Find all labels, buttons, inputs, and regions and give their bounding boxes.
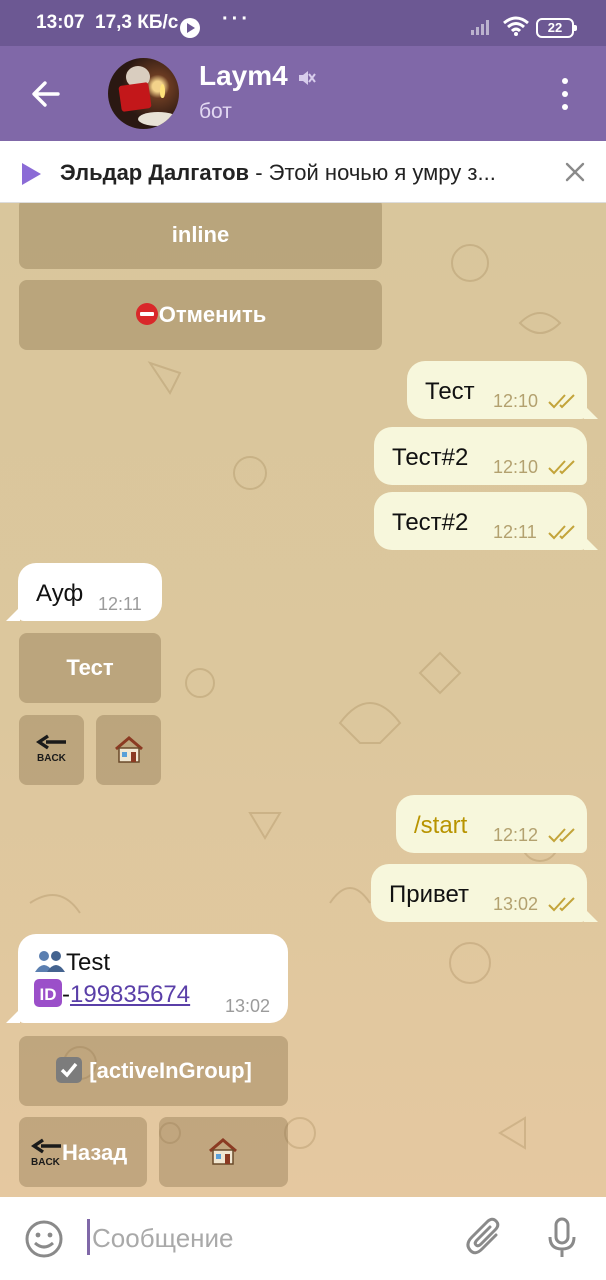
outgoing-message[interactable]: Привет 13:02 (371, 864, 587, 922)
checkbox-icon (56, 1056, 83, 1083)
cancel-button-label: Отменить (158, 302, 267, 327)
bubble-tail (584, 536, 598, 550)
back-button[interactable]: BACK (19, 715, 84, 785)
back-button-label: Назад (62, 1140, 128, 1165)
double-check-icon (548, 897, 575, 912)
home-button[interactable] (96, 715, 161, 785)
message-time: 12:10 (493, 391, 539, 411)
pinned-track: Этой ночью я умру з... (268, 160, 496, 185)
message-time: 12:11 (493, 522, 537, 542)
back-icon-text: BACK (31, 1157, 60, 1168)
wifi-icon (503, 16, 529, 36)
message-time: 13:02 (493, 894, 539, 914)
test-button[interactable]: Тест (19, 633, 161, 703)
incoming-message[interactable]: Ауф 12:11 (18, 563, 162, 621)
message-list[interactable]: inline Отменить Тест 12:10 Тест#2 12:10 … (0, 203, 606, 1197)
status-bar: 13:07 17,3 КБ/с ··· 22 (0, 0, 606, 46)
message-time: 12:10 (493, 457, 539, 477)
message-text: Test (66, 949, 111, 976)
battery-indicator: 22 (536, 18, 577, 38)
muted-speaker-icon (299, 71, 316, 85)
message-text: Тест#2 (392, 509, 469, 536)
attach-icon[interactable] (466, 1217, 504, 1257)
media-playing-icon (180, 18, 200, 38)
message-text: Тест (425, 378, 475, 405)
network-speed: 17,3 КБ/с (95, 12, 179, 33)
svg-text:ID: ID (40, 985, 57, 1004)
message-text: /start (414, 812, 468, 839)
double-check-icon (548, 828, 575, 843)
inline-button-label: inline (171, 222, 230, 247)
double-check-icon (548, 394, 575, 409)
id-icon: ID (34, 978, 62, 1007)
outgoing-message[interactable]: Тест#2 12:10 (374, 427, 587, 485)
pinned-text: Эльдар Далгатов - Этой ночью я умру з... (60, 160, 550, 186)
close-icon[interactable] (562, 159, 588, 185)
chat-subtitle: бот (199, 100, 232, 123)
id-prefix: - (62, 981, 70, 1008)
bubble-tail (584, 405, 598, 419)
status-time: 13:07 (36, 12, 85, 33)
outgoing-message[interactable]: Тест#2 12:11 (374, 492, 587, 550)
bubble-tail (6, 607, 20, 621)
more-notifications-icon: ··· (222, 8, 251, 30)
inline-button[interactable]: inline (19, 203, 382, 269)
emoji-icon[interactable] (24, 1219, 64, 1259)
outgoing-message[interactable]: /start 12:12 (396, 795, 587, 853)
microphone-icon[interactable] (546, 1217, 578, 1259)
more-options-icon[interactable] (552, 76, 578, 112)
outgoing-message[interactable]: Тест 12:10 (407, 361, 587, 419)
chat-title[interactable]: Laym4 (199, 60, 288, 92)
house-icon (115, 736, 143, 763)
house-icon (209, 1138, 237, 1165)
double-check-icon (548, 460, 575, 475)
back-icon-text: BACK (37, 753, 66, 764)
back-button-named[interactable]: BACK Назад (19, 1117, 147, 1187)
text-cursor (87, 1219, 90, 1255)
message-time: 13:02 (225, 996, 271, 1016)
pinned-separator: - (249, 160, 269, 185)
chat-header: Laym4 бот (0, 46, 606, 141)
message-text: Тест#2 (392, 444, 469, 471)
bubble-tail (6, 1009, 20, 1023)
message-text: Ауф (36, 580, 84, 607)
message-input[interactable]: Сообщение (92, 1223, 234, 1254)
message-line-1: Test (34, 949, 110, 977)
incoming-message[interactable]: Test ID -199835674 13:02 (18, 934, 288, 1023)
active-in-group-button[interactable]: [activeInGroup] (19, 1036, 288, 1106)
message-time: 12:12 (493, 825, 539, 845)
message-line-2: ID -199835674 (34, 978, 190, 1009)
pinned-audio-bar[interactable]: Эльдар Далгатов - Этой ночью я умру з... (0, 141, 606, 203)
active-in-group-label: [activeInGroup] (89, 1058, 252, 1083)
test-button-label: Тест (66, 655, 114, 680)
message-time: 12:11 (98, 594, 142, 614)
chat-avatar[interactable] (108, 58, 179, 129)
pinned-author: Эльдар Далгатов (60, 160, 250, 185)
back-arrow-icon[interactable] (28, 76, 64, 112)
cellular-signal-icon (471, 20, 489, 35)
home-button[interactable] (159, 1117, 288, 1187)
message-composer: Сообщение (0, 1197, 606, 1280)
id-link[interactable]: 199835674 (70, 981, 190, 1008)
people-icon (35, 950, 65, 972)
double-check-icon (548, 525, 575, 540)
play-icon[interactable] (22, 163, 41, 185)
cancel-button[interactable]: Отменить (19, 280, 382, 350)
message-text: Привет (389, 881, 470, 908)
bubble-tail (584, 908, 598, 922)
no-entry-icon (135, 303, 158, 326)
